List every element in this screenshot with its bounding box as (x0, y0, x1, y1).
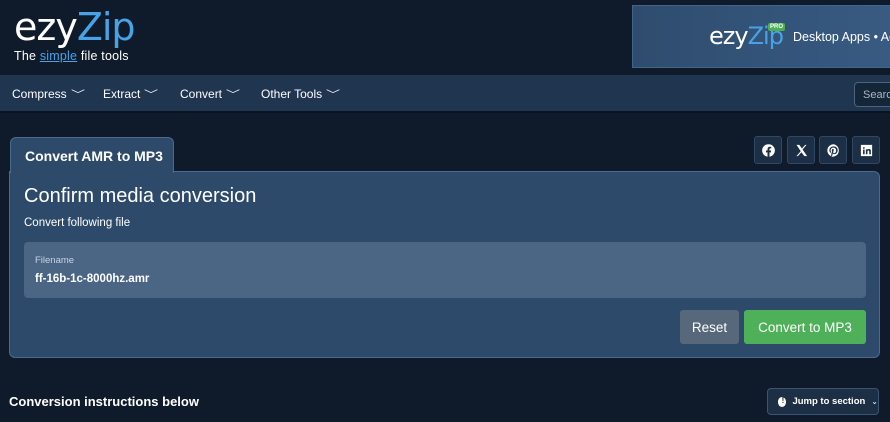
pro-badge: PRO (768, 23, 786, 31)
facebook-icon (761, 143, 775, 157)
filename-value: ff-16b-1c-8000hz.amr (35, 273, 150, 285)
linkedin-icon (860, 144, 872, 156)
logo-zip: Zip (76, 5, 136, 49)
ezyzip-logo[interactable]: ezyZip The simple file tools (14, 5, 136, 63)
search-box (854, 82, 890, 107)
search-input[interactable] (855, 83, 890, 106)
chevron-down-icon: ﹀ (70, 90, 85, 101)
jump-label: Jump to section (792, 396, 866, 407)
tagline-simple: simple (39, 49, 78, 63)
jump-to-section-button[interactable]: Jump to section ⌄ (767, 388, 879, 415)
logo-wordmark: ezyZip (14, 5, 136, 49)
nav-convert-label: Convert (180, 87, 223, 101)
ad-logo-ezy: ezy (709, 22, 749, 50)
chevron-down-icon: ﹀ (226, 90, 241, 101)
nav-other-tools-label: Other Tools (261, 87, 323, 101)
share-x-button[interactable] (787, 136, 815, 164)
share-pinterest-button[interactable] (819, 136, 847, 164)
conversion-panel: Confirm media conversion Convert followi… (9, 171, 880, 358)
chevron-down-icon: ﹀ (326, 90, 341, 101)
panel-subtitle: Convert following file (24, 217, 131, 229)
pro-ad-banner[interactable]: ezyZip PRO Desktop Apps • Ad-Free (632, 5, 890, 68)
nav-other-tools[interactable]: Other Tools ﹀ (261, 75, 341, 113)
x-icon (796, 144, 807, 156)
nav-convert[interactable]: Convert ﹀ (180, 75, 241, 113)
nav-compress[interactable]: Compress ﹀ (12, 75, 85, 113)
panel-title: Confirm media conversion (24, 185, 257, 207)
share-facebook-button[interactable] (754, 136, 782, 164)
tagline-pre: The (14, 49, 40, 63)
chevron-down-icon: ﹀ (144, 90, 159, 101)
logo-ezy: ezy (14, 5, 78, 49)
chevron-down-icon: ⌄ (871, 397, 878, 406)
ad-text: Desktop Apps • Ad-Free (793, 30, 890, 44)
reset-button[interactable]: Reset (680, 310, 739, 344)
nav-compress-label: Compress (12, 87, 67, 101)
logo-tagline: The simple file tools (14, 49, 135, 63)
instructions-heading: Conversion instructions below (9, 394, 199, 409)
info-icon (778, 396, 789, 407)
tab-convert-amr-to-mp3[interactable]: Convert AMR to MP3 (10, 137, 174, 173)
tab-label: Convert AMR to MP3 (25, 148, 163, 164)
site-header: ezyZip The simple file tools ezyZip PRO … (0, 0, 890, 75)
nav-extract-label: Extract (103, 87, 141, 101)
pinterest-icon (826, 143, 839, 157)
filename-label: Filename (35, 255, 75, 266)
share-linkedin-button[interactable] (852, 136, 880, 164)
tagline-post: file tools (77, 49, 129, 63)
nav-extract[interactable]: Extract ﹀ (103, 75, 159, 113)
convert-to-mp3-button[interactable]: Convert to MP3 (744, 310, 866, 344)
file-info-box: Filename ff-16b-1c-8000hz.amr (24, 242, 866, 298)
main-nav: Compress ﹀ Extract ﹀ Convert ﹀ Other Tools ﹀ (0, 75, 890, 113)
